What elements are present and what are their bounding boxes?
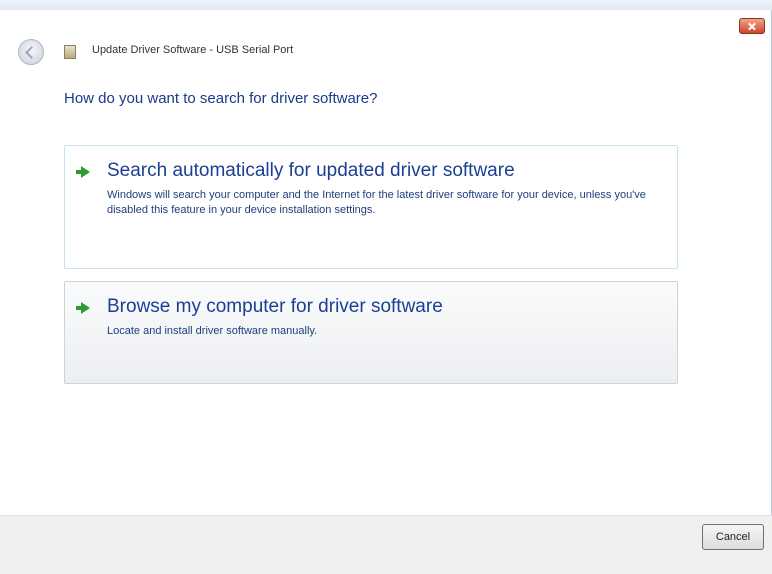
dialog-footer	[0, 515, 772, 574]
option-description: Windows will search your computer and th…	[107, 189, 646, 216]
back-arrow-icon[interactable]	[18, 39, 44, 65]
green-arrow-icon	[76, 166, 90, 178]
main-instruction: How do you want to search for driver sof…	[64, 90, 378, 107]
title-bar: Update Driver Software - USB Serial Port	[0, 36, 772, 70]
cancel-button[interactable]: Cancel	[702, 524, 764, 550]
device-icon	[64, 45, 76, 59]
option-title: Browse my computer for driver software	[107, 296, 443, 317]
option-description: Locate and install driver software manua…	[107, 325, 318, 337]
window-top-edge	[0, 0, 772, 10]
window-title: Update Driver Software - USB Serial Port	[92, 44, 294, 56]
dialog-window: Update Driver Software - USB Serial Port…	[0, 0, 772, 574]
browse-computer-option[interactable]: Browse my computer for driver software L…	[64, 281, 678, 384]
green-arrow-icon	[76, 302, 90, 314]
option-title: Search automatically for updated driver …	[107, 160, 515, 181]
search-automatically-option[interactable]: Search automatically for updated driver …	[64, 145, 678, 269]
close-button[interactable]	[739, 18, 765, 34]
